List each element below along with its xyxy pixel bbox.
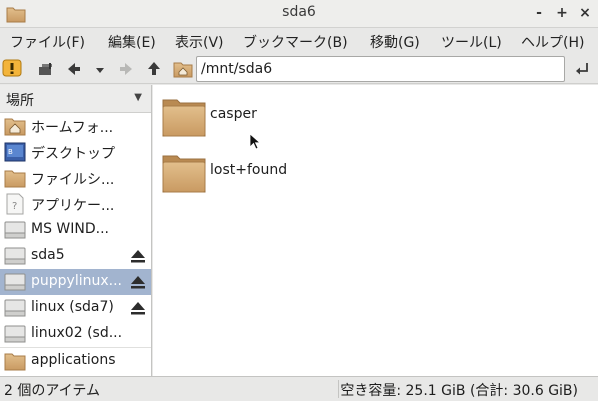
eject-icon[interactable] (130, 300, 146, 316)
bookmark-folder-icon (4, 350, 26, 372)
folder-icon (161, 150, 207, 196)
place-ms-windows[interactable]: MS WIND... (0, 217, 151, 243)
home-folder-icon (4, 115, 26, 137)
places-sidebar: 場所 ▼ ホームフォ... B デスクトップ ファイルシ... ? アプリケー.… (0, 85, 152, 376)
place-puppylinux[interactable]: puppylinux... (0, 269, 151, 295)
place-label: linux (sda7) (31, 299, 114, 315)
go-icon[interactable] (572, 59, 592, 79)
menu-bar: ファイル(F) 編集(E) 表示(V) ブックマーク(B) 移動(G) ツール(… (0, 28, 598, 54)
back-icon[interactable] (64, 59, 84, 79)
place-label: ファイルシ... (31, 172, 115, 188)
menu-tools[interactable]: ツール(L) (441, 32, 502, 52)
file-name: casper (210, 106, 257, 122)
close-button[interactable]: × (576, 3, 594, 23)
svg-text:B: B (8, 148, 13, 156)
desktop-icon: B (4, 141, 26, 163)
drive-icon (4, 271, 26, 293)
status-divider (338, 380, 339, 398)
svg-text:?: ? (12, 201, 17, 212)
drive-icon (4, 323, 26, 345)
side-pane-mode-selector[interactable]: 場所 ▼ (0, 85, 151, 113)
free-space: 空き容量: 25.1 GiB (合計: 30.6 GiB) (340, 383, 578, 399)
item-count: 2 個のアイテム (4, 383, 100, 399)
place-label: アプリケー... (31, 198, 115, 214)
drive-icon (4, 219, 26, 241)
history-dropdown-icon[interactable] (90, 59, 110, 79)
place-label: ホームフォ... (31, 120, 114, 136)
applications-icon: ? (4, 193, 26, 215)
menu-bookmarks[interactable]: ブックマーク(B) (243, 32, 348, 52)
side-pane-label: 場所 (6, 93, 34, 109)
place-applications[interactable]: ? アプリケー... (0, 191, 151, 217)
eject-icon[interactable] (130, 274, 146, 290)
forward-icon (116, 59, 136, 79)
menu-file[interactable]: ファイル(F) (10, 32, 85, 52)
place-label: applications (31, 352, 116, 368)
menu-view[interactable]: 表示(V) (175, 32, 224, 52)
file-name: lost+found (210, 162, 288, 178)
window-title: sda6 (282, 4, 316, 20)
filesystem-folder-icon (4, 167, 26, 189)
place-label: sda5 (31, 247, 65, 263)
place-linux02[interactable]: linux02 (sd... (0, 321, 151, 347)
mouse-cursor-icon (249, 133, 262, 155)
folder-icon (161, 94, 207, 140)
place-filesystem[interactable]: ファイルシ... (0, 165, 151, 191)
place-label: puppylinux... (31, 273, 122, 289)
place-label: linux02 (sd... (31, 325, 123, 341)
chevron-down-icon: ▼ (134, 92, 142, 103)
menu-edit[interactable]: 編集(E) (108, 32, 156, 52)
location-bar (196, 56, 565, 82)
home-icon[interactable] (172, 58, 193, 78)
menu-help[interactable]: ヘルプ(H) (521, 32, 584, 52)
file-view[interactable]: casper lost+found (153, 85, 598, 376)
maximize-button[interactable]: + (553, 3, 571, 23)
location-input[interactable] (201, 59, 556, 79)
place-desktop[interactable]: B デスクトップ (0, 139, 151, 165)
new-tab-icon[interactable] (36, 59, 56, 79)
places-list: ホームフォ... B デスクトップ ファイルシ... ? アプリケー... MS… (0, 113, 151, 374)
warning-icon[interactable] (2, 58, 22, 78)
menu-go[interactable]: 移動(G) (370, 32, 420, 52)
up-icon[interactable] (144, 59, 164, 79)
place-home[interactable]: ホームフォ... (0, 113, 151, 139)
place-sda5[interactable]: sda5 (0, 243, 151, 269)
place-linux-sda7[interactable]: linux (sda7) (0, 295, 151, 321)
file-item-lost-found[interactable]: lost+found (161, 150, 301, 196)
drive-icon (4, 245, 26, 267)
minimize-button[interactable]: - (530, 3, 548, 23)
status-bar: 2 個のアイテム 空き容量: 25.1 GiB (合計: 30.6 GiB) (0, 376, 598, 401)
eject-icon[interactable] (130, 248, 146, 264)
drive-icon (4, 297, 26, 319)
place-label: デスクトップ (31, 146, 115, 162)
place-label: MS WIND... (31, 221, 109, 237)
title-bar: sda6 - + × (0, 0, 598, 28)
toolbar (0, 54, 598, 84)
bookmark-applications[interactable]: applications (0, 348, 151, 374)
